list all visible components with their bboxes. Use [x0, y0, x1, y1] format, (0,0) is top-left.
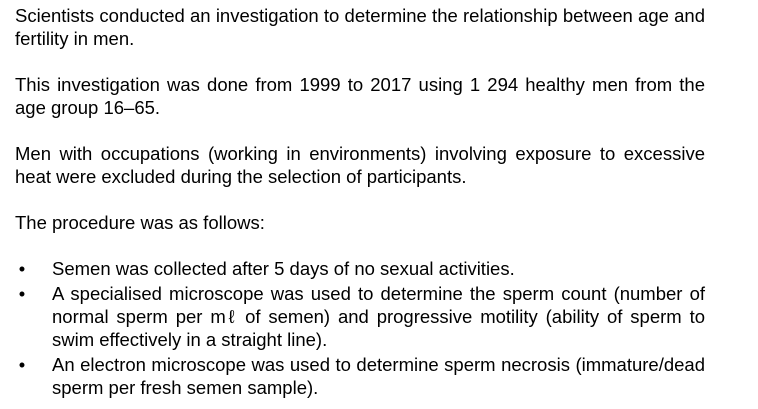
procedure-heading: The procedure was as follows: — [15, 212, 265, 233]
exclusion-paragraph: Men with occupations (working in environ… — [15, 143, 705, 187]
intro-paragraph: Scientists conducted an investigation to… — [15, 5, 705, 49]
procedure-step: • A specialised microscope was used to d… — [15, 282, 705, 351]
procedure-step-text: Semen was collected after 5 days of no s… — [52, 258, 515, 279]
procedure-list: • Semen was collected after 5 days of no… — [15, 257, 705, 399]
document-body: Scientists conducted an investigation to… — [15, 4, 705, 399]
study-details-paragraph: This investigation was done from 1999 to… — [15, 74, 705, 118]
bullet-icon: • — [18, 258, 26, 279]
bullet-icon: • — [18, 354, 26, 375]
procedure-step: • An electron microscope was used to det… — [15, 353, 705, 399]
procedure-step-text: A specialised microscope was used to det… — [52, 283, 705, 350]
bullet-icon: • — [18, 283, 26, 304]
procedure-step-text: An electron microscope was used to deter… — [52, 354, 705, 398]
procedure-step: • Semen was collected after 5 days of no… — [15, 257, 705, 280]
